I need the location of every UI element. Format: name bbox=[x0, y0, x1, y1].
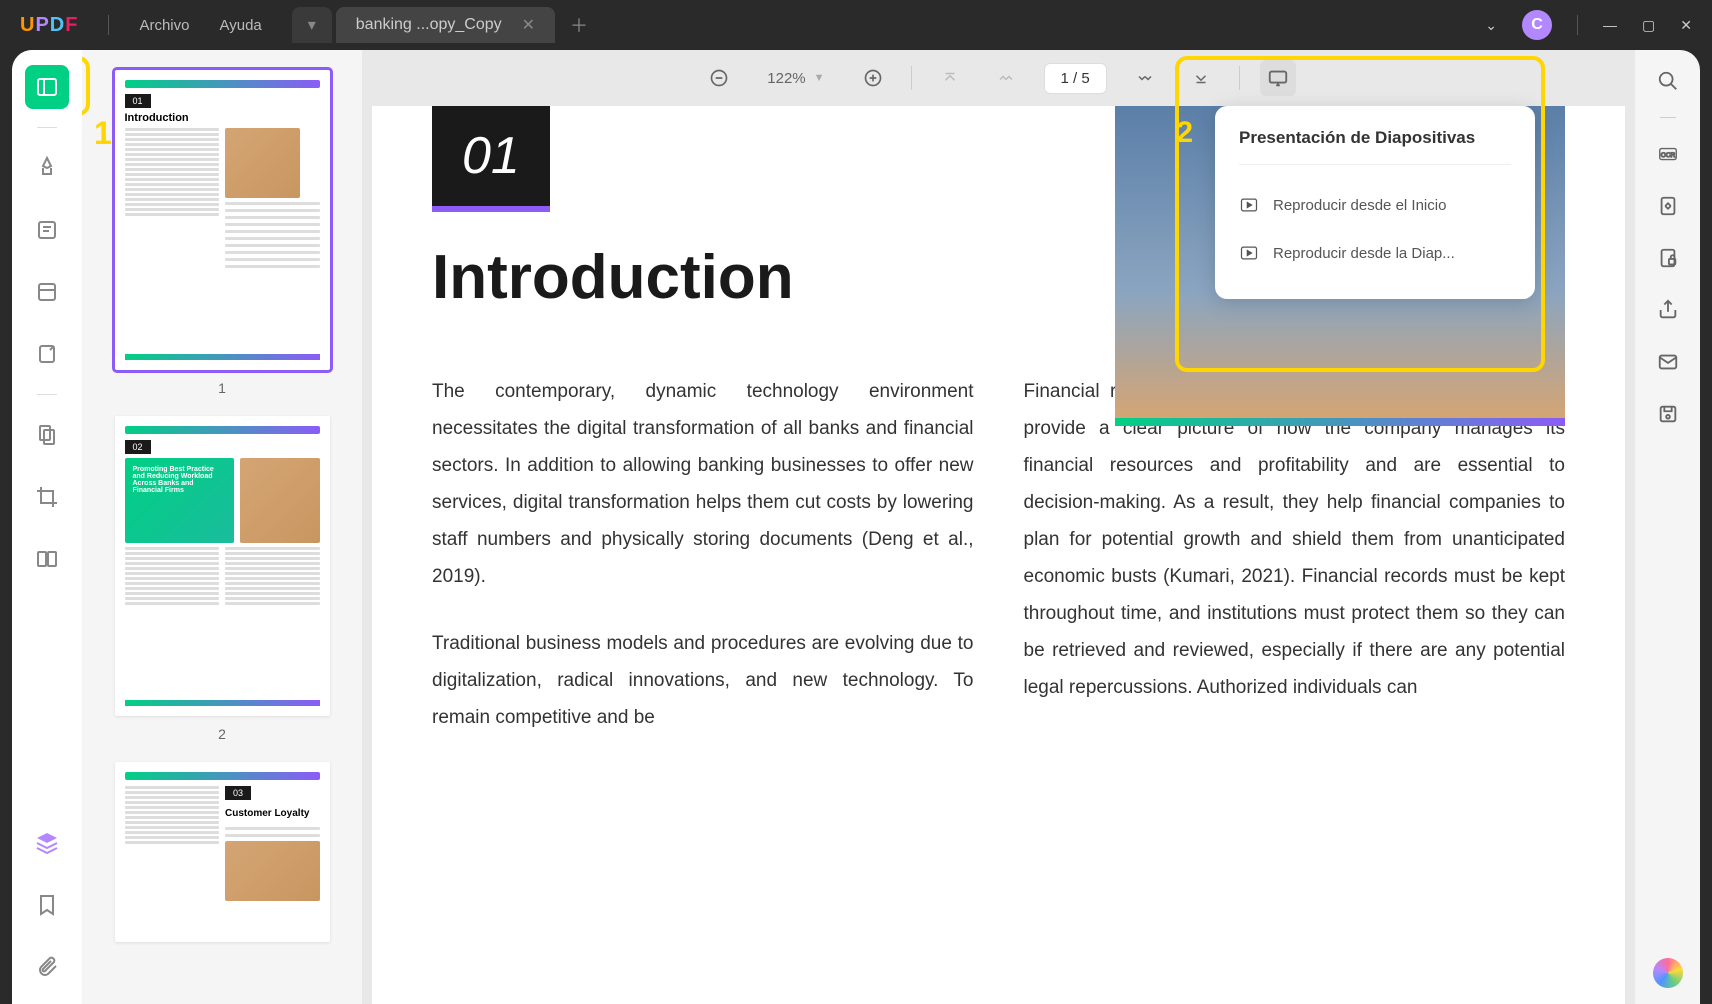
tab-inactive[interactable]: ▾ bbox=[292, 7, 332, 43]
compare-icon[interactable] bbox=[25, 537, 69, 581]
document-toolbar: 122% ▼ 1 / 5 bbox=[362, 50, 1635, 106]
right-sidebar: OCR bbox=[1635, 50, 1700, 1004]
thumbnails-panel[interactable]: 1 01 Introduction 1 bbox=[82, 50, 362, 1004]
main-area: 1 01 Introduction 1 bbox=[12, 50, 1700, 1004]
content-area: 2 122% ▼ 1 / 5 bbox=[362, 50, 1635, 1004]
next-page-button[interactable] bbox=[1127, 60, 1163, 96]
zoom-in-button[interactable] bbox=[855, 60, 891, 96]
thumbnail-3[interactable]: 03 Customer Loyalty bbox=[102, 762, 342, 942]
document-columns: The contemporary, dynamic technology env… bbox=[432, 373, 1565, 736]
reader-mode-icon[interactable] bbox=[25, 65, 69, 109]
window-controls: ⌄ C — ▢ ✕ bbox=[1485, 10, 1712, 40]
column-2: Financial records are crucial for any bu… bbox=[1024, 373, 1566, 736]
play-from-start-button[interactable]: Reproducir desde el Inicio bbox=[1239, 181, 1511, 229]
tab-active[interactable]: banking ...opy_Copy ✕ bbox=[336, 7, 555, 43]
page-number-input[interactable]: 1 / 5 bbox=[1044, 63, 1107, 94]
close-button[interactable]: ✕ bbox=[1680, 17, 1692, 34]
sidebar-bottom bbox=[25, 821, 69, 989]
slideshow-button[interactable] bbox=[1260, 60, 1296, 96]
menu-ayuda[interactable]: Ayuda bbox=[220, 17, 262, 34]
menu-archivo[interactable]: Archivo bbox=[139, 17, 189, 34]
last-page-button[interactable] bbox=[1183, 60, 1219, 96]
popup-title: Presentación de Diapositivas bbox=[1239, 128, 1511, 165]
menu-bar: Archivo Ayuda bbox=[139, 17, 261, 34]
tab-close-button[interactable]: ✕ bbox=[522, 15, 535, 35]
convert-icon[interactable] bbox=[1652, 190, 1684, 222]
highlight-marker-1 bbox=[82, 56, 90, 116]
thumb-number: 1 bbox=[102, 380, 342, 396]
crop-icon[interactable] bbox=[25, 475, 69, 519]
save-icon[interactable] bbox=[1652, 398, 1684, 430]
edit-text-icon[interactable] bbox=[25, 208, 69, 252]
column-1: The contemporary, dynamic technology env… bbox=[432, 373, 974, 736]
user-avatar[interactable]: C bbox=[1522, 10, 1552, 40]
slideshow-popup: Presentación de Diapositivas Reproducir … bbox=[1215, 106, 1535, 299]
form-icon[interactable] bbox=[25, 332, 69, 376]
annotation-1: 1 bbox=[94, 115, 112, 152]
page-badge: 01 bbox=[432, 106, 550, 212]
organize-icon[interactable] bbox=[25, 413, 69, 457]
annotation-2: 2 bbox=[1176, 116, 1193, 150]
highlight-icon[interactable] bbox=[25, 146, 69, 190]
titlebar: UPDF Archivo Ayuda ▾ banking ...opy_Copy… bbox=[0, 0, 1712, 50]
left-sidebar bbox=[12, 50, 82, 1004]
ai-assistant-icon[interactable] bbox=[1652, 957, 1684, 989]
thumb-number: 2 bbox=[102, 726, 342, 742]
right-sidebar-bottom bbox=[1652, 957, 1684, 989]
thumbnail-2[interactable]: 02 Promoting Best Practice and Reducing … bbox=[102, 416, 342, 742]
minimize-button[interactable]: — bbox=[1603, 17, 1617, 33]
svg-text:OCR: OCR bbox=[1660, 152, 1675, 159]
bookmark-icon[interactable] bbox=[25, 883, 69, 927]
page-layout-icon[interactable] bbox=[25, 270, 69, 314]
first-page-button[interactable] bbox=[932, 60, 968, 96]
tab-add-button[interactable]: ＋ bbox=[570, 12, 588, 38]
search-icon[interactable] bbox=[1652, 65, 1684, 97]
attachment-icon[interactable] bbox=[25, 945, 69, 989]
play-from-current-button[interactable]: Reproducir desde la Diap... bbox=[1239, 229, 1511, 277]
app-logo: UPDF bbox=[0, 14, 98, 37]
layers-icon[interactable] bbox=[25, 821, 69, 865]
tabs-container: ▾ banking ...opy_Copy ✕ ＋ bbox=[292, 7, 588, 43]
zoom-out-button[interactable] bbox=[701, 60, 737, 96]
ocr-icon[interactable]: OCR bbox=[1652, 138, 1684, 170]
protect-icon[interactable] bbox=[1652, 242, 1684, 274]
prev-page-button[interactable] bbox=[988, 60, 1024, 96]
zoom-dropdown[interactable]: 122% ▼ bbox=[757, 64, 834, 93]
thumbnail-1[interactable]: 01 Introduction 1 bbox=[102, 70, 342, 396]
tab-title: banking ...opy_Copy bbox=[356, 16, 502, 34]
maximize-button[interactable]: ▢ bbox=[1642, 17, 1655, 34]
chevron-down-icon[interactable]: ⌄ bbox=[1485, 17, 1497, 34]
share-icon[interactable] bbox=[1652, 294, 1684, 326]
email-icon[interactable] bbox=[1652, 346, 1684, 378]
